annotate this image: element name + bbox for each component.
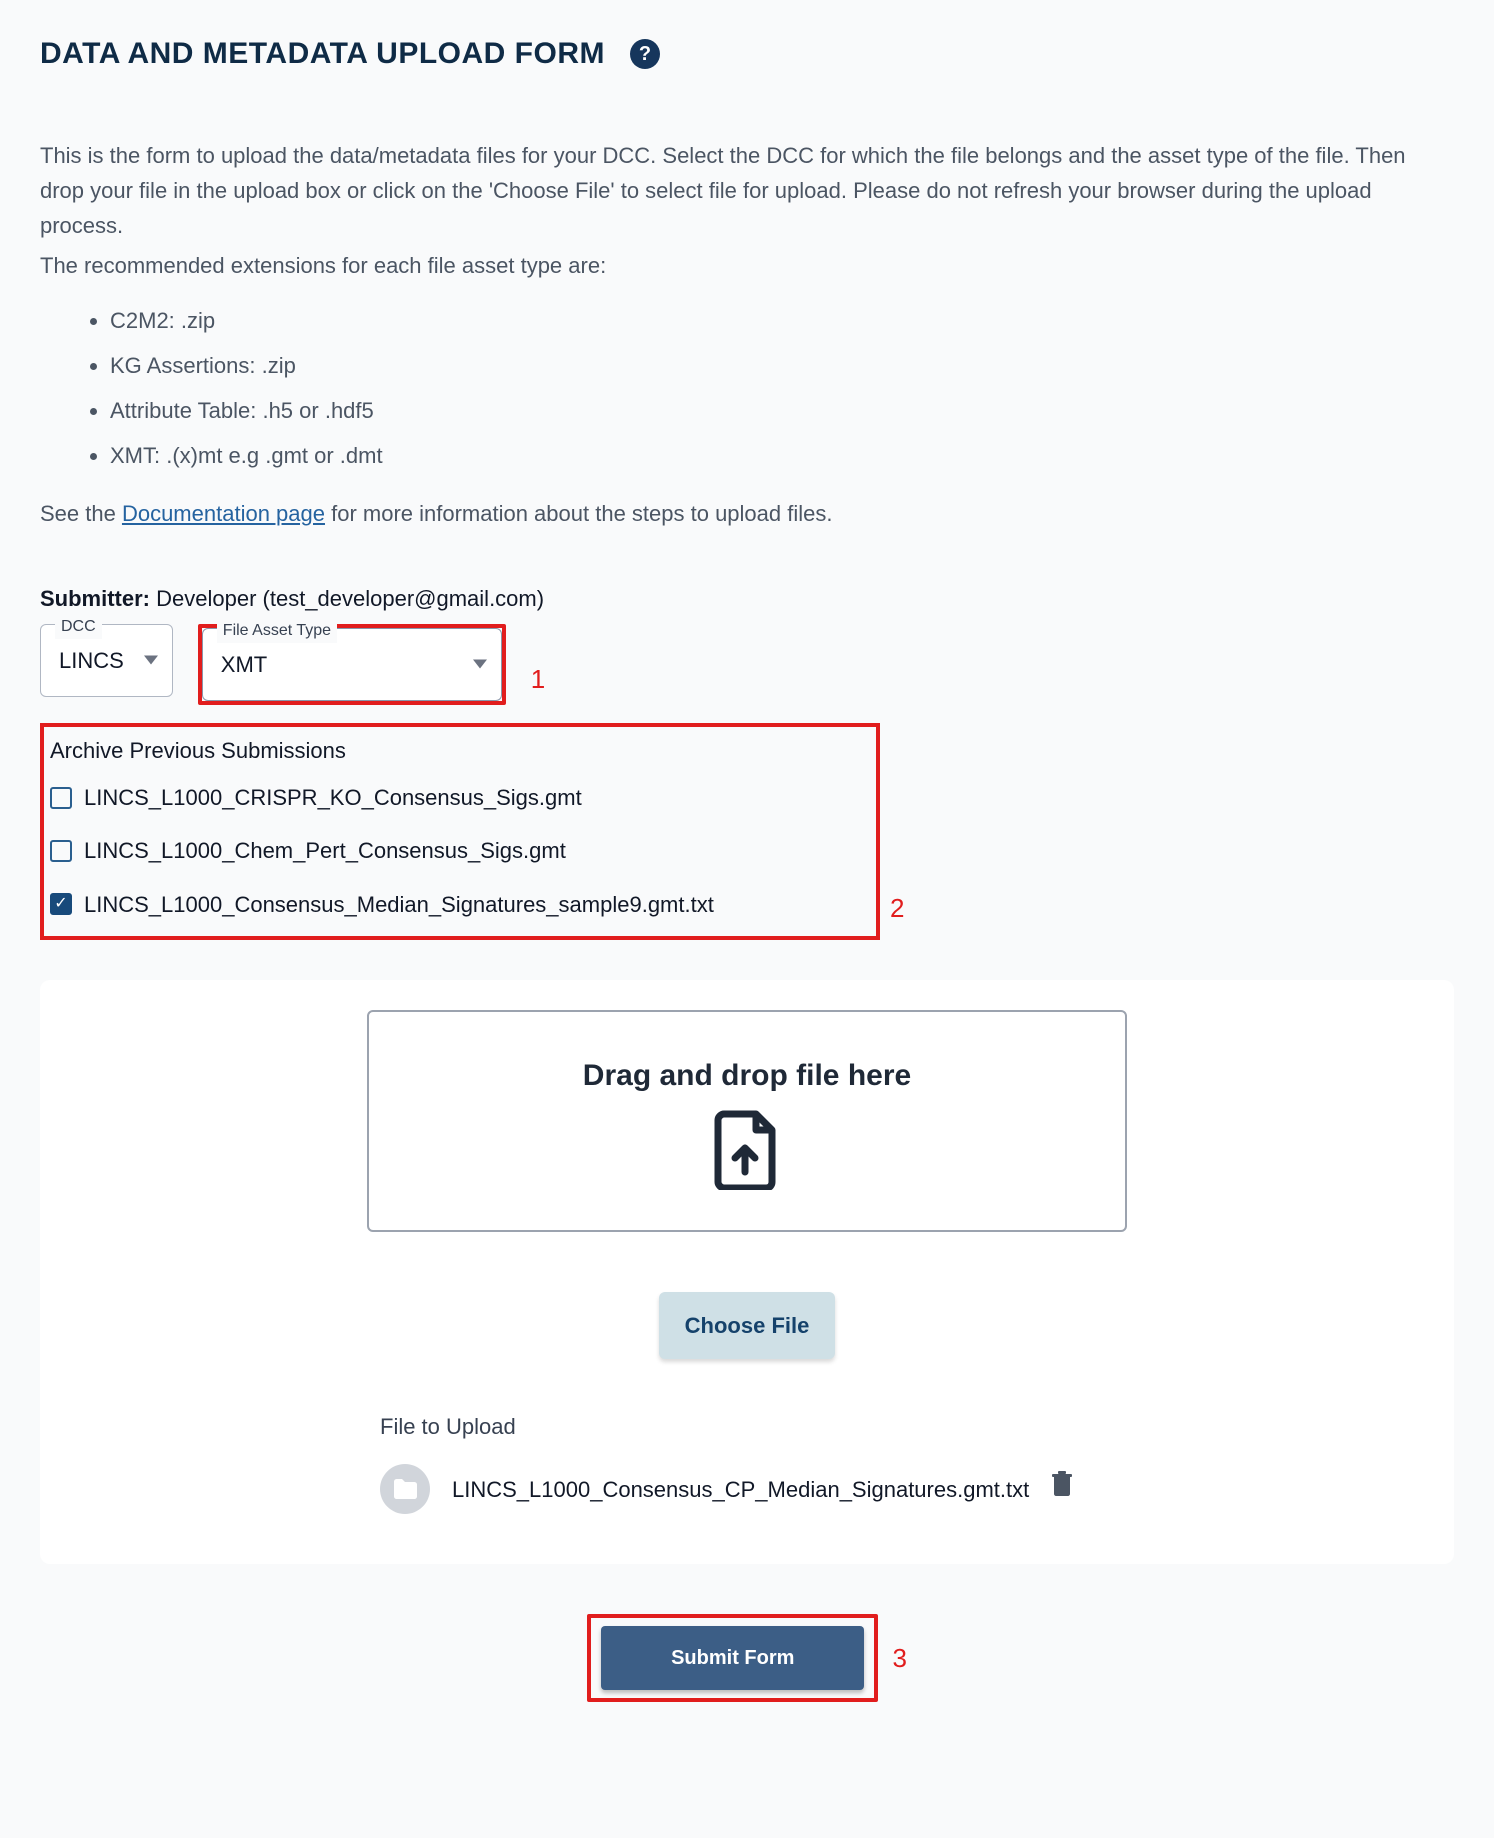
file-icon [380,1464,430,1514]
chevron-down-icon [473,660,487,669]
dcc-select-legend: DCC [55,614,102,640]
archive-item-label: LINCS_L1000_Chem_Pert_Consensus_Sigs.gmt [84,833,566,868]
uploaded-file-name: LINCS_L1000_Consensus_CP_Median_Signatur… [452,1472,1029,1507]
extension-item: XMT: .(x)mt e.g .gmt or .dmt [110,438,1454,473]
page-title: DATA AND METADATA UPLOAD FORM [40,30,605,78]
checkbox-unchecked-icon[interactable] [50,787,72,809]
archive-previous-submissions: Archive Previous Submissions LINCS_L1000… [40,723,880,940]
asset-select-value: XMT [221,647,267,682]
annotation-1: 1 [531,659,545,705]
uploaded-file-row: LINCS_L1000_Consensus_CP_Median_Signatur… [380,1464,1414,1514]
intro-paragraph-2: The recommended extensions for each file… [40,248,1454,283]
asset-select-legend: File Asset Type [217,618,337,644]
dcc-select-value: LINCS [59,643,124,678]
extensions-list: C2M2: .zip KG Assertions: .zip Attribute… [70,303,1454,474]
annotation-2: 2 [890,888,904,940]
doc-suffix: for more information about the steps to … [325,501,833,526]
archive-item[interactable]: ✓ LINCS_L1000_Consensus_Median_Signature… [50,887,870,922]
submitter-row: Submitter: Developer (test_developer@gma… [40,581,1454,616]
archive-item-label: LINCS_L1000_Consensus_Median_Signatures_… [84,887,714,922]
choose-file-button[interactable]: Choose File [659,1292,836,1359]
file-upload-icon [712,1110,782,1200]
help-icon[interactable]: ? [630,39,660,69]
documentation-link[interactable]: Documentation page [122,501,325,526]
checkbox-checked-icon[interactable]: ✓ [50,893,72,915]
extension-item: C2M2: .zip [110,303,1454,338]
submitter-label: Submitter: [40,586,150,611]
extension-item: Attribute Table: .h5 or .hdf5 [110,393,1454,428]
file-asset-type-select[interactable]: File Asset Type XMT [202,628,502,701]
drop-zone-text: Drag and drop file here [389,1052,1105,1100]
upload-panel: Drag and drop file here Choose File File… [40,980,1454,1565]
dcc-select[interactable]: DCC LINCS [40,624,173,697]
archive-item-label: LINCS_L1000_CRISPR_KO_Consensus_Sigs.gmt [84,780,582,815]
chevron-down-icon [144,656,158,665]
archive-item[interactable]: LINCS_L1000_CRISPR_KO_Consensus_Sigs.gmt [50,780,870,815]
extension-item: KG Assertions: .zip [110,348,1454,383]
delete-file-button[interactable] [1051,1471,1073,1507]
documentation-line: See the Documentation page for more info… [40,496,1454,531]
annotation-3: 3 [892,1638,906,1680]
archive-title: Archive Previous Submissions [50,733,870,768]
doc-prefix: See the [40,501,122,526]
drop-zone[interactable]: Drag and drop file here [367,1010,1127,1232]
submitter-value: Developer (test_developer@gmail.com) [156,586,544,611]
submit-form-button[interactable]: Submit Form [601,1626,864,1690]
archive-item[interactable]: LINCS_L1000_Chem_Pert_Consensus_Sigs.gmt [50,833,870,868]
checkbox-unchecked-icon[interactable] [50,840,72,862]
intro-paragraph-1: This is the form to upload the data/meta… [40,138,1454,244]
file-to-upload-label: File to Upload [380,1409,1414,1444]
